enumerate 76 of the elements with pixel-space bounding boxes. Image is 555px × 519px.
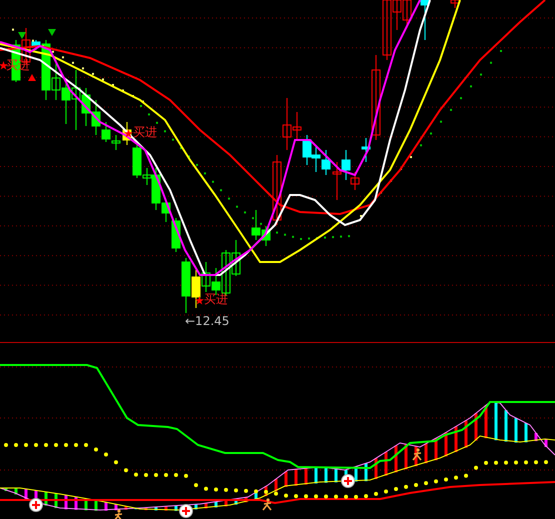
histogram-bar bbox=[174, 506, 178, 511]
histogram-bar bbox=[124, 506, 128, 510]
histogram-bar bbox=[44, 492, 48, 506]
histogram-bar bbox=[74, 496, 78, 510]
histogram-bar bbox=[444, 432, 448, 456]
down-triangle-icon bbox=[18, 32, 26, 39]
histogram-bar bbox=[264, 486, 268, 496]
histogram-bar bbox=[54, 493, 58, 508]
histogram-bar bbox=[334, 468, 338, 482]
histogram-bar bbox=[194, 504, 198, 510]
histogram-bar bbox=[494, 402, 498, 440]
histogram-bar bbox=[404, 444, 408, 470]
histogram-bar bbox=[484, 405, 488, 438]
histogram-bar bbox=[314, 467, 318, 484]
candlestick bbox=[272, 154, 282, 226]
histogram-bar bbox=[4, 488, 8, 491]
histogram-bar bbox=[534, 433, 538, 442]
histogram-bar bbox=[524, 423, 528, 442]
histogram-bar bbox=[324, 468, 328, 483]
histogram-bar bbox=[214, 502, 218, 508]
plus-circle-icon bbox=[179, 504, 193, 518]
histogram-bar bbox=[294, 469, 298, 486]
histogram-bar bbox=[454, 426, 458, 452]
candlestick bbox=[332, 162, 342, 200]
histogram-bar bbox=[414, 446, 418, 466]
star-icon bbox=[0, 61, 8, 70]
low-price-label: ←12.45 bbox=[185, 314, 230, 328]
star-icon bbox=[124, 129, 133, 138]
histogram-bar bbox=[284, 472, 288, 487]
candlestick bbox=[62, 82, 70, 124]
plus-circle-icon bbox=[341, 474, 355, 488]
running-figure-icon bbox=[262, 498, 272, 511]
running-figure-icon bbox=[113, 509, 123, 519]
down-triangle-icon bbox=[48, 29, 56, 36]
histogram-bar bbox=[84, 498, 88, 510]
histogram-bar bbox=[304, 468, 308, 485]
histogram-bar bbox=[274, 479, 278, 492]
buy-signal-label: 买进 bbox=[204, 292, 228, 306]
histogram-bar bbox=[14, 488, 18, 494]
histogram-bar bbox=[204, 503, 208, 508]
histogram-bar bbox=[104, 502, 108, 511]
up-triangle-icon bbox=[28, 74, 36, 81]
candlestick bbox=[322, 150, 330, 176]
candlestick bbox=[302, 134, 312, 166]
histogram-bar bbox=[514, 418, 518, 443]
histogram-bar bbox=[384, 452, 388, 476]
histogram-bar bbox=[474, 413, 478, 441]
histogram-bar bbox=[464, 420, 468, 448]
candlestick bbox=[450, 0, 460, 8]
histogram-bar bbox=[94, 500, 98, 511]
buy-signal-label: 买进 bbox=[133, 125, 157, 139]
histogram-bar bbox=[224, 500, 228, 506]
running-figure-icon bbox=[412, 448, 422, 461]
histogram-bar bbox=[364, 463, 368, 482]
histogram-bar bbox=[234, 498, 238, 505]
histogram-bar bbox=[374, 458, 378, 479]
histogram-bar bbox=[394, 446, 398, 472]
candlestick bbox=[402, 0, 412, 28]
histogram-bar bbox=[544, 439, 548, 447]
histogram-bar bbox=[354, 466, 358, 482]
star-icon bbox=[195, 296, 204, 305]
histogram-bar bbox=[244, 497, 248, 502]
candlestick bbox=[112, 134, 120, 150]
candlestick bbox=[232, 240, 240, 276]
plus-circle-icon bbox=[29, 498, 43, 512]
histogram-bar bbox=[144, 508, 148, 510]
histogram-bar bbox=[24, 488, 28, 499]
histogram-bar bbox=[434, 438, 438, 460]
histogram-bar bbox=[504, 410, 508, 442]
candlestick bbox=[312, 144, 320, 172]
histogram-bar bbox=[424, 444, 428, 464]
histogram-bar bbox=[164, 506, 168, 511]
candlestick bbox=[202, 262, 210, 292]
histogram-bar bbox=[154, 506, 158, 510]
histogram-bar bbox=[64, 495, 68, 510]
candlestick bbox=[420, 0, 430, 40]
